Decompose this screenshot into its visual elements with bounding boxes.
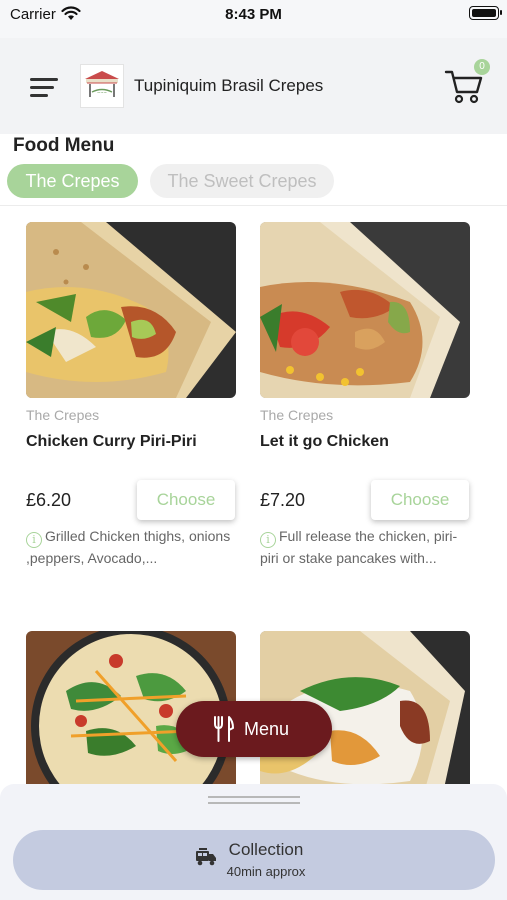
collection-time: 40min approx (226, 864, 306, 879)
product-description-text: Grilled Chicken thighs, onions ,peppers,… (26, 528, 231, 566)
menu-button[interactable]: Menu (176, 701, 332, 757)
sheet-grab-handle[interactable] (208, 796, 300, 806)
product-image[interactable] (26, 222, 236, 398)
svg-text:~~~: ~~~ (97, 90, 107, 95)
product-description: i Full release the chicken, piri-piri or … (260, 526, 474, 569)
product-price: £7.20 (260, 490, 306, 510)
category-tabs: The Crepes The Sweet Crepes (0, 160, 507, 206)
collection-button[interactable]: Collection 40min approx (13, 830, 495, 890)
product-name[interactable]: Chicken Curry Piri-Piri (26, 433, 197, 451)
tab-the-sweet-crepes[interactable]: The Sweet Crepes (150, 164, 334, 198)
choose-button[interactable]: Choose (137, 480, 235, 520)
hamburger-menu-icon[interactable] (30, 78, 58, 98)
product-image[interactable] (260, 222, 470, 398)
app-title: Tupiniquim Brasil Crepes (134, 76, 324, 95)
status-time: 8:43 PM (225, 6, 282, 23)
collection-label: Collection (228, 840, 304, 859)
info-icon: i (260, 532, 276, 548)
choose-button[interactable]: Choose (371, 480, 469, 520)
fork-knife-icon (212, 716, 234, 747)
logo: ~~~ (80, 64, 124, 108)
info-icon: i (26, 532, 42, 548)
cart-count-badge: 0 (474, 59, 490, 75)
status-bar: Carrier 8:43 PM (0, 0, 507, 38)
menu-button-label: Menu (244, 719, 290, 739)
product-category: The Crepes (260, 407, 334, 423)
product-description-text: Full release the chicken, piri-piri or s… (260, 528, 458, 566)
product-price: £6.20 (26, 490, 72, 510)
order-type-sheet: Collection 40min approx (0, 784, 507, 900)
food-menu-title: Food Menu (13, 135, 115, 156)
product-description: i Grilled Chicken thighs, onions ,peppers… (26, 526, 240, 569)
product-category: The Crepes (26, 407, 100, 423)
product-name[interactable]: Let it go Chicken (260, 433, 389, 451)
app-header: ~~~ Tupiniquim Brasil Crepes 0 (0, 38, 507, 134)
battery-icon (469, 6, 502, 20)
tab-the-crepes[interactable]: The Crepes (7, 164, 138, 198)
